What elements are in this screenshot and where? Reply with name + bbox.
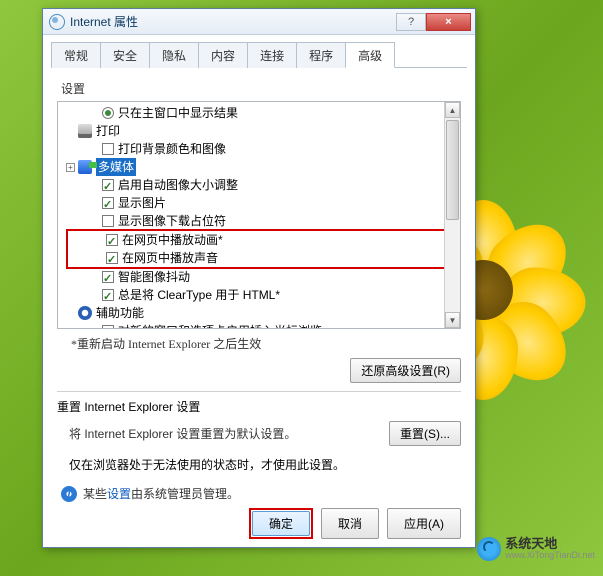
scroll-thumb[interactable] [446, 120, 459, 220]
item-show-img[interactable]: 显示图片 [118, 194, 166, 212]
checkbox-play-sound[interactable] [106, 252, 118, 264]
cat-accessibility[interactable]: 辅助功能 [96, 304, 144, 322]
ie-icon [49, 14, 65, 30]
multimedia-icon [78, 160, 92, 174]
watermark: 系统天地 www.XiTongTianDi.net [477, 537, 595, 561]
scrollbar[interactable]: ▲ ▼ [444, 102, 460, 328]
info-icon: i [61, 486, 77, 502]
scroll-up[interactable]: ▲ [445, 102, 460, 118]
tab-security[interactable]: 安全 [100, 42, 150, 68]
reset-button[interactable]: 重置(S)... [389, 421, 461, 446]
apply-button[interactable]: 应用(A) [387, 508, 461, 539]
checkbox-auto-resize[interactable] [102, 179, 114, 191]
tab-connections[interactable]: 连接 [247, 42, 297, 68]
settings-label: 设置 [61, 80, 461, 97]
checkbox-show-img[interactable] [102, 197, 114, 209]
item-cursor[interactable]: 对新的窗口和选项卡启用插入光标浏览 [118, 322, 322, 329]
item-auto-resize[interactable]: 启用自动图像大小调整 [118, 176, 238, 194]
item-cleartype[interactable]: 总是将 ClearType 用于 HTML* [118, 286, 280, 304]
close-button[interactable]: × [426, 13, 471, 31]
cat-print[interactable]: 打印 [96, 122, 120, 140]
restart-note: *重新启动 Internet Explorer 之后生效 [71, 335, 461, 352]
scroll-down[interactable]: ▼ [445, 312, 460, 328]
reset-desc: 将 Internet Explorer 设置重置为默认设置。 [69, 425, 296, 442]
advanced-panel: 设置 只在主窗口中显示结果 打印 打印背景颜色和图像 + 多媒体 启用自动图像大小… [43, 68, 475, 510]
dialog-buttons: 确定 取消 应用(A) [249, 508, 461, 539]
tab-programs[interactable]: 程序 [296, 42, 346, 68]
item-play-sound[interactable]: 在网页中播放声音 [122, 249, 218, 267]
accessibility-icon [78, 306, 92, 320]
titlebar: Internet 属性 ? × [43, 9, 475, 35]
checkbox-print-bg[interactable] [102, 143, 114, 155]
checkbox-play-anim[interactable] [106, 234, 118, 246]
checkbox-cleartype[interactable] [102, 289, 114, 301]
cancel-button[interactable]: 取消 [321, 508, 379, 539]
watermark-url: www.XiTongTianDi.net [505, 551, 595, 561]
checkbox-placeholder[interactable] [102, 215, 114, 227]
info-pre: 某些 [83, 487, 107, 501]
item-placeholder[interactable]: 显示图像下载占位符 [118, 212, 226, 230]
settings-tree[interactable]: 只在主窗口中显示结果 打印 打印背景颜色和图像 +多媒体 启用自动图像大小调整 … [57, 101, 461, 329]
reset-warning: 仅在浏览器处于无法使用的状态时，才使用此设置。 [69, 456, 461, 473]
cat-multimedia[interactable]: 多媒体 [96, 158, 136, 176]
tab-general[interactable]: 常规 [51, 42, 101, 68]
tab-advanced[interactable]: 高级 [345, 42, 395, 68]
info-link[interactable]: 设置 [107, 487, 131, 501]
admin-info: i 某些设置由系统管理员管理。 [57, 485, 461, 502]
reset-title: 重置 Internet Explorer 设置 [57, 398, 461, 415]
internet-properties-dialog: Internet 属性 ? × 常规 安全 隐私 内容 连接 程序 高级 设置 … [42, 8, 476, 548]
info-post: 由系统管理员管理。 [131, 487, 239, 501]
checkbox-smart-dither[interactable] [102, 271, 114, 283]
separator [57, 391, 461, 392]
tab-strip: 常规 安全 隐私 内容 连接 程序 高级 [51, 41, 467, 68]
radio-icon[interactable] [102, 107, 114, 119]
item-print-bg[interactable]: 打印背景颜色和图像 [118, 140, 226, 158]
help-button[interactable]: ? [396, 13, 426, 31]
watermark-title: 系统天地 [505, 537, 595, 551]
item-play-anim[interactable]: 在网页中播放动画* [122, 231, 223, 249]
restore-button[interactable]: 还原高级设置(R) [350, 358, 461, 383]
tab-privacy[interactable]: 隐私 [149, 42, 199, 68]
item-smart-dither[interactable]: 智能图像抖动 [118, 268, 190, 286]
checkbox-cursor[interactable] [102, 325, 114, 329]
printer-icon [78, 124, 92, 138]
expander-icon[interactable]: + [66, 163, 75, 172]
watermark-logo-icon [477, 537, 501, 561]
ok-button[interactable]: 确定 [252, 511, 310, 536]
item-show-main[interactable]: 只在主窗口中显示结果 [118, 104, 238, 122]
tab-content[interactable]: 内容 [198, 42, 248, 68]
window-title: Internet 属性 [70, 13, 396, 30]
